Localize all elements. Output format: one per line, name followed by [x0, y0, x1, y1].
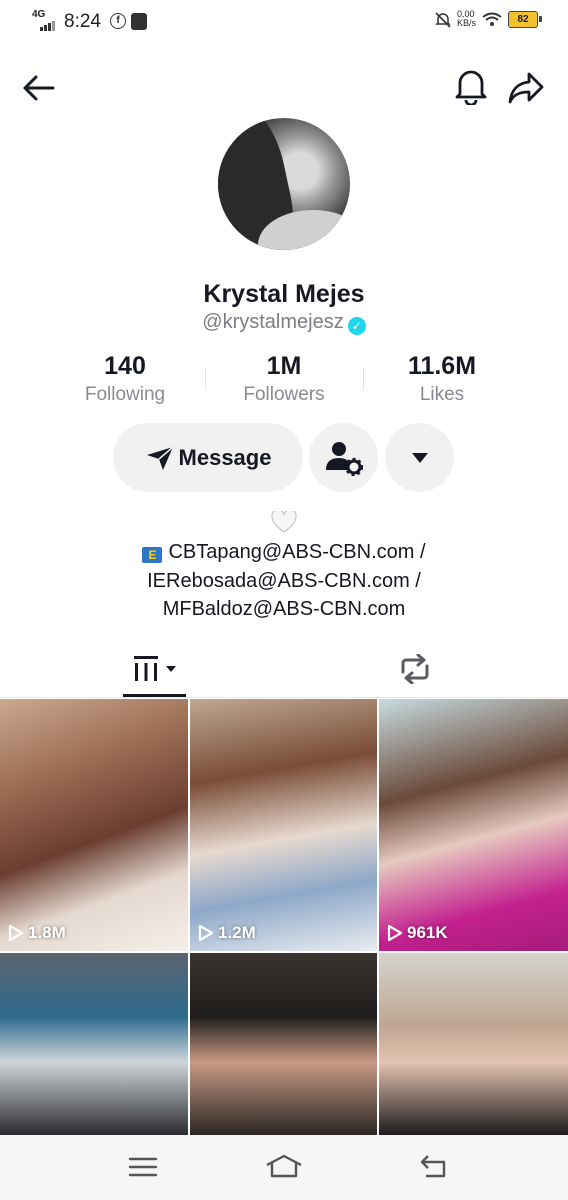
bio-line-2: IERebosada@ABS-CBN.com /: [147, 569, 421, 592]
likes-label: Likes: [419, 384, 465, 405]
white-heart-icon: [271, 511, 297, 533]
video-thumbnail[interactable]: [190, 953, 377, 1135]
profile-name: Krystal Mejes: [203, 280, 365, 308]
view-count-value: 961K: [407, 923, 448, 942]
arrow-left-icon: [23, 75, 55, 101]
followers-count: 1M: [266, 352, 302, 380]
system-nav-bar: [0, 1135, 568, 1200]
play-outline-icon: [8, 924, 24, 942]
paper-plane-icon: [146, 445, 174, 470]
verified-badge-icon: ✓: [347, 317, 366, 335]
signal-icon: [40, 21, 55, 31]
more-dropdown-button[interactable]: [385, 423, 454, 492]
stat-likes[interactable]: 11.6M Likes: [362, 352, 522, 406]
friend-settings-button[interactable]: [309, 423, 378, 492]
bell-icon: [455, 70, 487, 105]
view-count: 1.2M: [198, 923, 256, 943]
tab-videos[interactable]: [123, 643, 186, 695]
play-outline-icon: [198, 924, 214, 942]
view-count: 961K: [387, 923, 448, 943]
message-button[interactable]: Message: [113, 423, 303, 492]
video-thumbnail[interactable]: [0, 953, 188, 1135]
share-icon: [508, 72, 544, 104]
following-label: Following: [84, 384, 166, 405]
stat-following[interactable]: 140 Following: [45, 352, 205, 406]
video-thumbnail[interactable]: 961K: [379, 699, 568, 951]
likes-count: 11.6M: [407, 352, 477, 380]
status-right: 0.00 KB/s 82: [435, 10, 542, 28]
repost-icon: [401, 654, 429, 684]
stat-followers[interactable]: 1M Followers: [204, 352, 364, 406]
message-label: Message: [178, 444, 272, 470]
person-settings-icon: [325, 441, 363, 476]
battery-indicator: 82: [508, 10, 542, 28]
bio-line-1-text: CBTapang@ABS-CBN.com /: [168, 541, 426, 563]
share-button[interactable]: [504, 66, 548, 110]
grid-bars-icon: [133, 656, 176, 681]
view-count-value: 1.8M: [28, 923, 66, 942]
view-count: 1.8M: [8, 923, 66, 943]
caret-down-icon: [411, 452, 428, 463]
profile-handle: @krystalmejesz: [202, 311, 344, 333]
facebook-notification-icon: f: [110, 13, 126, 29]
wifi-icon: [482, 12, 502, 26]
play-outline-icon: [387, 924, 403, 942]
email-emoji-icon: E: [142, 547, 163, 563]
speed-unit: KB/s: [456, 18, 476, 28]
clock: 8:24: [64, 11, 101, 32]
video-grid: 1.8M 1.2M 961K: [0, 699, 568, 1135]
video-thumbnail[interactable]: 1.2M: [190, 699, 377, 951]
menu-icon[interactable]: [128, 1156, 158, 1178]
network-type: 4G: [32, 9, 46, 20]
bio-line-1: E CBTapang@ABS-CBN.com /: [0, 538, 568, 567]
status-bar: 4G 8:24 f 0.00 KB/s 82: [0, 0, 568, 44]
tabs-divider: [0, 697, 568, 698]
mute-icon: [435, 11, 451, 28]
tab-reposts[interactable]: [385, 643, 445, 695]
avatar[interactable]: [218, 118, 350, 250]
mic-notification-icon: [131, 13, 147, 30]
profile-handle-row: @krystalmejesz ✓: [0, 311, 568, 335]
following-count: 140: [104, 352, 146, 380]
view-count-value: 1.2M: [218, 923, 256, 942]
notifications-button[interactable]: [449, 64, 493, 108]
video-thumbnail[interactable]: 1.8M: [0, 699, 188, 951]
bio-text: E CBTapang@ABS-CBN.com / IERebosada@ABS-C…: [0, 538, 568, 624]
home-icon[interactable]: [265, 1153, 303, 1179]
back-nav-icon[interactable]: [418, 1154, 448, 1178]
network-speed: 0.00 KB/s: [457, 10, 476, 28]
bio-line-3: MFBaldoz@ABS-CBN.com: [162, 598, 406, 620]
back-button[interactable]: [16, 68, 60, 108]
followers-label: Followers: [243, 384, 325, 405]
video-thumbnail[interactable]: [379, 953, 568, 1135]
